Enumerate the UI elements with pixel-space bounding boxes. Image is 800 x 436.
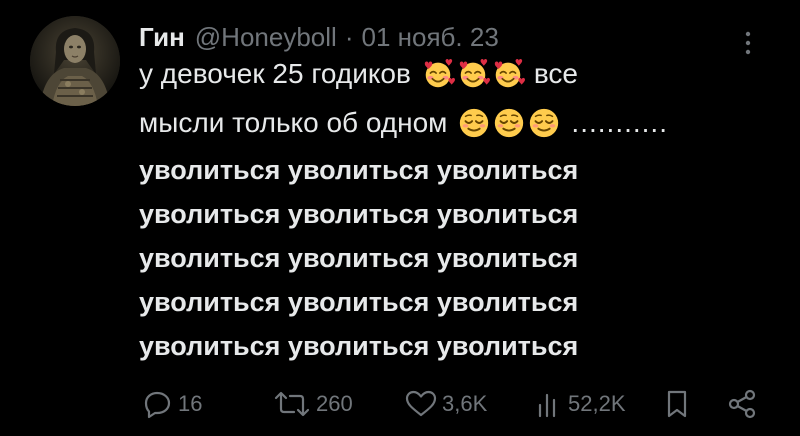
heart-icon <box>405 390 437 417</box>
tweet-bold-line: уволиться уволиться уволиться <box>139 199 579 229</box>
reply-button[interactable]: 16 <box>140 384 202 424</box>
share-button[interactable] <box>726 384 758 424</box>
like-count: 3,6K <box>442 391 488 416</box>
relieved-face-icon <box>457 106 491 140</box>
emoji-group-hearts <box>421 57 526 91</box>
share-icon <box>728 389 756 419</box>
tweet-text-part: мысли только об одном <box>139 107 448 138</box>
reply-count: 16 <box>178 391 203 416</box>
relieved-face-icon <box>492 106 526 140</box>
more-options-icon[interactable] <box>738 28 758 58</box>
author-name[interactable]: Гин <box>139 22 185 53</box>
retweet-button[interactable]: 260 <box>272 384 353 424</box>
avatar-portrait-image <box>30 16 120 106</box>
tweet-text-part: все <box>533 58 579 89</box>
tweet-text-part: ........... <box>571 107 668 138</box>
tweet[interactable]: Гин @Honeyboll · 01 нояб. 23 у девочек 2… <box>0 0 800 436</box>
retweet-icon <box>274 391 310 417</box>
smiling-face-with-hearts-icon <box>491 57 525 91</box>
header-separator: · <box>344 22 354 52</box>
tweet-date[interactable]: 01 нояб. 23 <box>361 22 498 53</box>
avatar[interactable] <box>30 16 120 106</box>
bookmark-button[interactable] <box>664 384 690 424</box>
tweet-bold-line: уволиться уволиться уволиться <box>139 287 579 317</box>
smiling-face-with-hearts-icon <box>421 57 455 91</box>
emoji-group-relieved <box>457 106 562 140</box>
author-handle[interactable]: @Honeyboll <box>195 22 337 53</box>
like-button[interactable]: 3,6K <box>404 384 487 424</box>
tweet-actions: 16 260 3,6K 52,2K <box>0 384 800 424</box>
relieved-face-icon <box>527 106 561 140</box>
tweet-bold-line: уволиться уволиться уволиться <box>139 331 579 361</box>
retweet-count: 260 <box>316 391 353 416</box>
tweet-bold-line: уволиться уволиться уволиться <box>139 243 579 273</box>
tweet-text-part: у девочек 25 годиков <box>139 58 411 89</box>
smiling-face-with-hearts-icon <box>456 57 490 91</box>
tweet-bold-line: уволиться уволиться уволиться <box>139 155 579 185</box>
tweet-text-line-1: у девочек 25 годиков все <box>139 54 578 94</box>
views-button[interactable]: 52,2K <box>534 384 626 424</box>
views-count: 52,2K <box>568 391 626 416</box>
analytics-icon <box>538 393 556 418</box>
tweet-header: Гин @Honeyboll · 01 нояб. 23 <box>139 22 499 54</box>
bookmark-icon <box>667 390 687 418</box>
reply-icon <box>144 391 171 419</box>
tweet-text-line-2: мысли только об одном ........... <box>139 103 668 143</box>
